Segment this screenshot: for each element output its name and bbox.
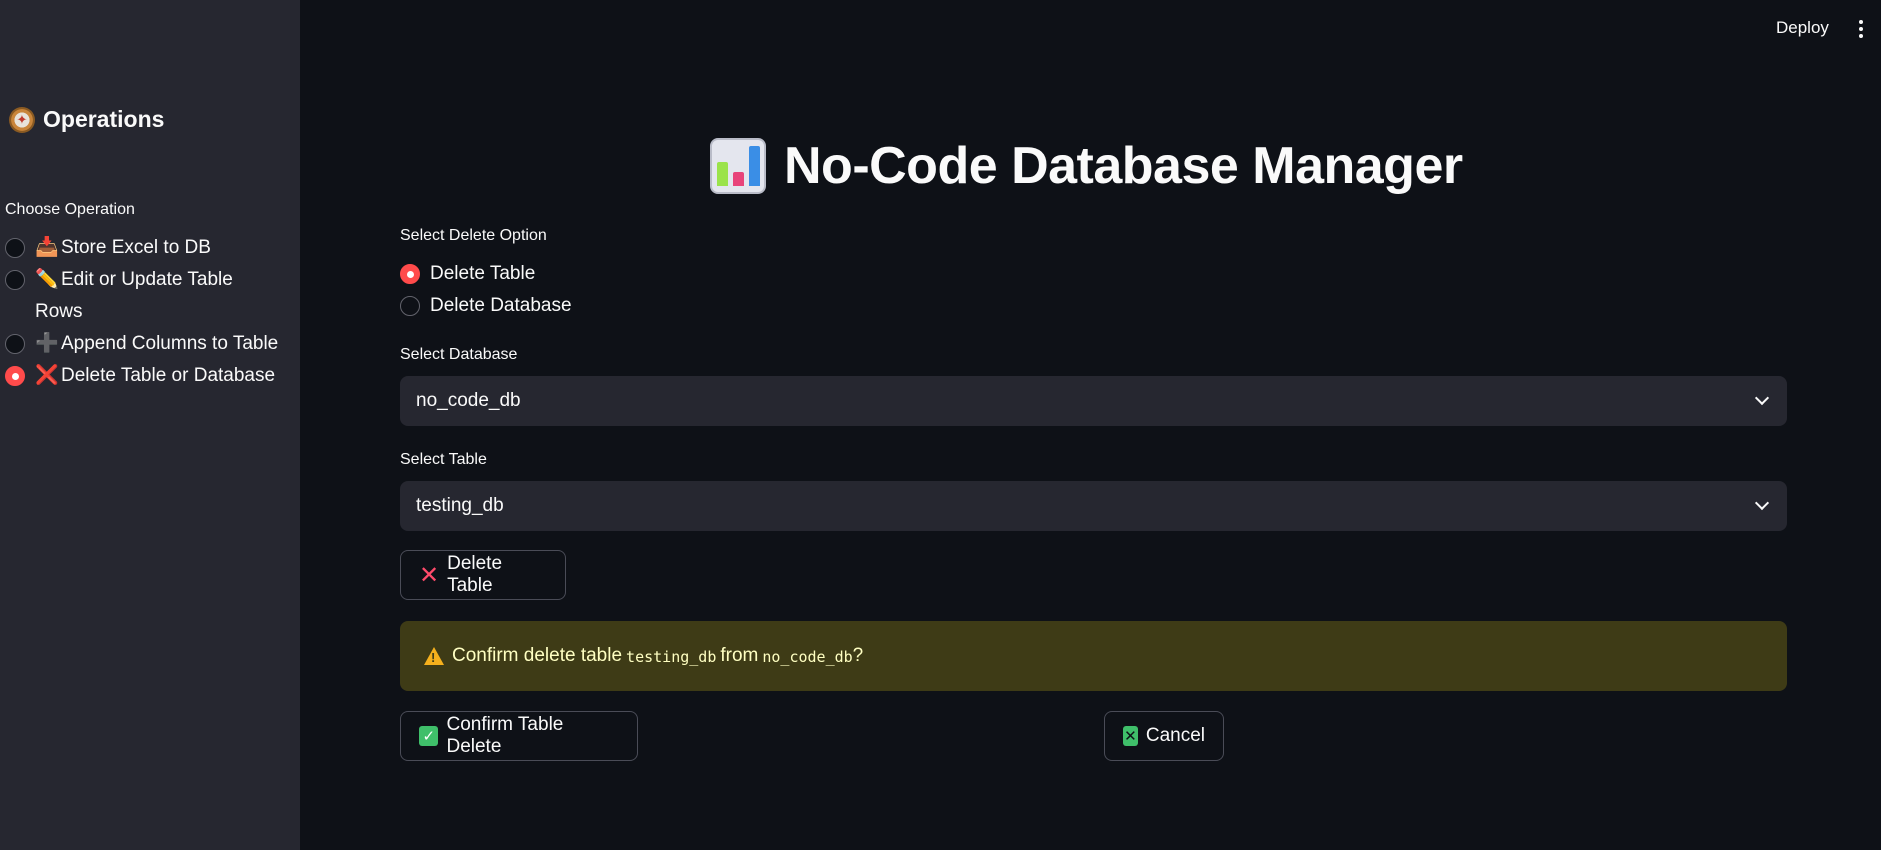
operation-option-append-columns[interactable]: ➕ Append Columns to Table (5, 328, 290, 360)
warning-icon (424, 647, 444, 665)
page-title: No-Code Database Manager (784, 137, 1463, 195)
operation-option-label: Store Excel to DB (61, 237, 211, 258)
radio-button-selected[interactable] (5, 366, 25, 386)
radio-button-selected[interactable] (400, 264, 420, 284)
operation-option-store-excel[interactable]: 📥 Store Excel to DB (5, 232, 290, 264)
delete-option-database[interactable]: Delete Database (400, 295, 572, 317)
radio-button[interactable] (400, 296, 420, 316)
warning-prefix: Confirm delete table (452, 645, 623, 666)
operation-option-edit-update[interactable]: ✏️ Edit or Update Table Rows (5, 264, 290, 328)
operation-group-label: Choose Operation (5, 201, 135, 218)
chevron-down-icon (1754, 495, 1770, 511)
plus-icon: ➕ (35, 333, 59, 354)
deploy-button[interactable]: Deploy (1776, 18, 1829, 38)
page-title-row: No-Code Database Manager (710, 136, 1463, 196)
cross-mark-icon: ❌ (35, 365, 59, 386)
chevron-down-icon (1754, 390, 1770, 406)
radio-button[interactable] (5, 270, 25, 290)
cancel-button-label: Cancel (1145, 725, 1205, 746)
check-mark-icon: ✓ (419, 726, 439, 746)
delete-option-table-label: Delete Table (430, 263, 536, 284)
radio-button[interactable] (5, 238, 25, 258)
delete-table-button-label: Delete Table (447, 553, 503, 596)
compass-icon: ✦ (9, 106, 35, 133)
sidebar: ✦ Operations Choose Operation 📥 Store Exc… (0, 0, 300, 850)
table-select[interactable]: testing_db (400, 481, 1787, 531)
database-select[interactable]: no_code_db (400, 376, 1787, 426)
kebab-menu-icon[interactable] (1856, 18, 1866, 40)
database-select-label: Select Database (400, 346, 518, 363)
inbox-tray-icon: 📥 (35, 237, 59, 258)
warning-table-name: testing_db (626, 648, 717, 666)
operation-option-delete[interactable]: ❌ Delete Table or Database (5, 360, 290, 392)
operation-option-label: Edit or Update Table Rows (35, 269, 233, 322)
radio-button[interactable] (5, 334, 25, 354)
warning-suffix: ? (852, 645, 864, 666)
table-select-value: testing_db (416, 495, 504, 516)
confirm-warning-alert: Confirm delete table testing_db from no_… (400, 621, 1787, 691)
delete-option-table[interactable]: Delete Table (400, 263, 535, 285)
operation-option-label: Delete Table or Database (61, 365, 276, 386)
pencil-icon: ✏️ (35, 269, 59, 290)
delete-option-label: Select Delete Option (400, 227, 547, 244)
warning-middle: from (720, 645, 759, 666)
operation-radio-group: 📥 Store Excel to DB ✏️ Edit or Update Tabl… (5, 232, 290, 392)
delete-option-database-label: Delete Database (430, 295, 572, 316)
database-select-value: no_code_db (416, 390, 521, 411)
operation-option-label: Append Columns to Table (61, 333, 279, 354)
delete-table-button[interactable]: ✕ Delete Table (400, 550, 566, 600)
bar-chart-icon (710, 138, 766, 194)
sidebar-header: ✦ Operations (9, 106, 164, 133)
warning-database-name: no_code_db (762, 648, 853, 666)
cross-mark-icon: ✕ (419, 561, 440, 589)
sidebar-title: Operations (43, 106, 165, 132)
confirm-button-label: Confirm Table Delete (446, 714, 564, 757)
table-select-label: Select Table (400, 451, 487, 468)
confirm-table-delete-button[interactable]: ✓ Confirm Table Delete (400, 711, 638, 761)
cancel-button[interactable]: ✕ Cancel (1104, 711, 1224, 761)
cancel-x-icon: ✕ (1123, 726, 1138, 746)
